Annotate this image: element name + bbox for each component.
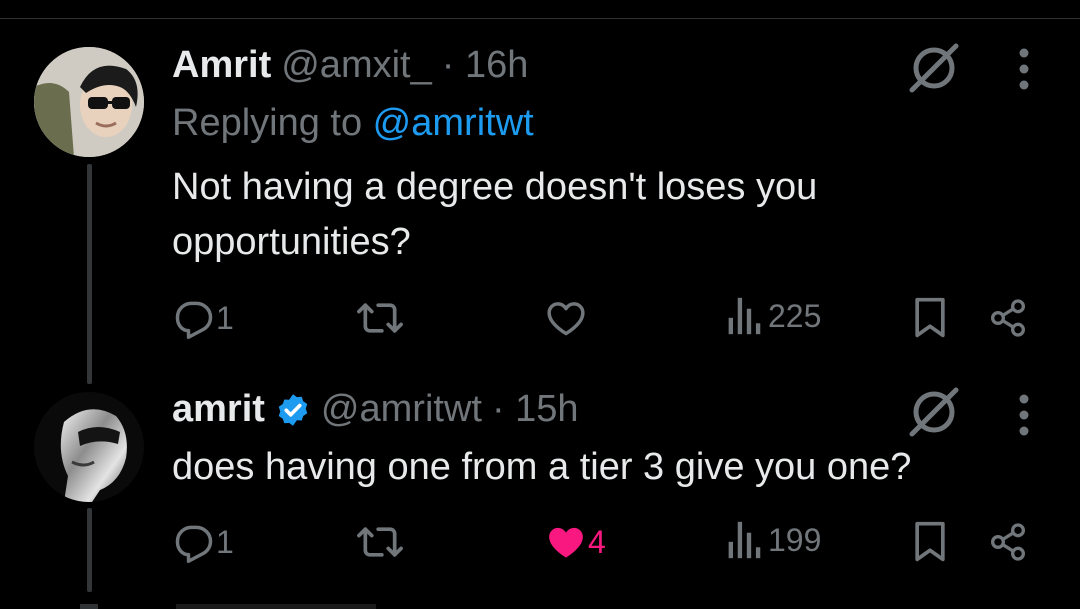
avatar[interactable]: [34, 392, 144, 502]
tweet-timestamp[interactable]: · 15h: [492, 388, 579, 431]
author-handle[interactable]: @amritwt: [321, 388, 482, 431]
more-icon[interactable]: [1016, 390, 1032, 440]
views-count: 199: [768, 521, 822, 558]
retweet-icon: [357, 303, 403, 333]
views-icon: [728, 521, 761, 559]
reply-count: 1: [216, 523, 234, 560]
reply-icon: [175, 301, 213, 339]
reply-button[interactable]: 1: [172, 296, 234, 340]
reply-count: 1: [216, 299, 234, 336]
tweet-header: amrit @amritwt · 15h: [172, 388, 579, 431]
tweet-timestamp[interactable]: · 16h: [442, 44, 529, 87]
tweet-text: Not having a degree doesn't loses you op…: [172, 166, 818, 263]
like-icon: [549, 527, 583, 558]
retweet-button[interactable]: [356, 520, 404, 564]
thread-line: [87, 164, 92, 384]
tweet-text: does having one from a tier 3 give you o…: [172, 446, 912, 488]
bookmark-icon[interactable]: [910, 520, 950, 564]
tweet-header: Amrit @amxit_ · 16h: [172, 44, 528, 87]
top-divider: [0, 18, 1080, 19]
avatar[interactable]: [34, 47, 144, 157]
author-name[interactable]: Amrit: [172, 44, 271, 87]
retweet-icon: [357, 527, 403, 557]
replying-prefix: Replying to: [172, 102, 373, 144]
share-icon[interactable]: [988, 298, 1028, 338]
bookmark-icon[interactable]: [910, 296, 950, 340]
reply-icon: [175, 525, 213, 563]
views-button[interactable]: 199: [726, 520, 821, 560]
retweet-button[interactable]: [356, 296, 404, 340]
author-handle[interactable]: @amxit_: [281, 44, 432, 87]
views-button[interactable]: 225: [726, 296, 821, 336]
grok-icon[interactable]: [906, 384, 962, 440]
thread-line: [87, 508, 92, 592]
like-button[interactable]: [544, 296, 588, 340]
next-tweet-edge: [80, 604, 98, 609]
views-icon: [728, 297, 761, 335]
like-icon: [547, 302, 585, 336]
share-icon[interactable]: [988, 522, 1028, 562]
reply-button[interactable]: 1: [172, 520, 234, 564]
like-count: 4: [588, 523, 606, 560]
verified-badge-icon: [278, 393, 308, 426]
replying-mention[interactable]: @amritwt: [373, 102, 534, 144]
more-icon[interactable]: [1016, 44, 1032, 94]
grok-icon[interactable]: [906, 40, 962, 96]
views-count: 225: [768, 297, 822, 334]
author-name[interactable]: amrit: [172, 388, 265, 431]
next-tweet-edge: [176, 604, 376, 609]
replying-to: Replying to @amritwt: [172, 102, 534, 145]
like-button[interactable]: 4: [544, 520, 606, 564]
